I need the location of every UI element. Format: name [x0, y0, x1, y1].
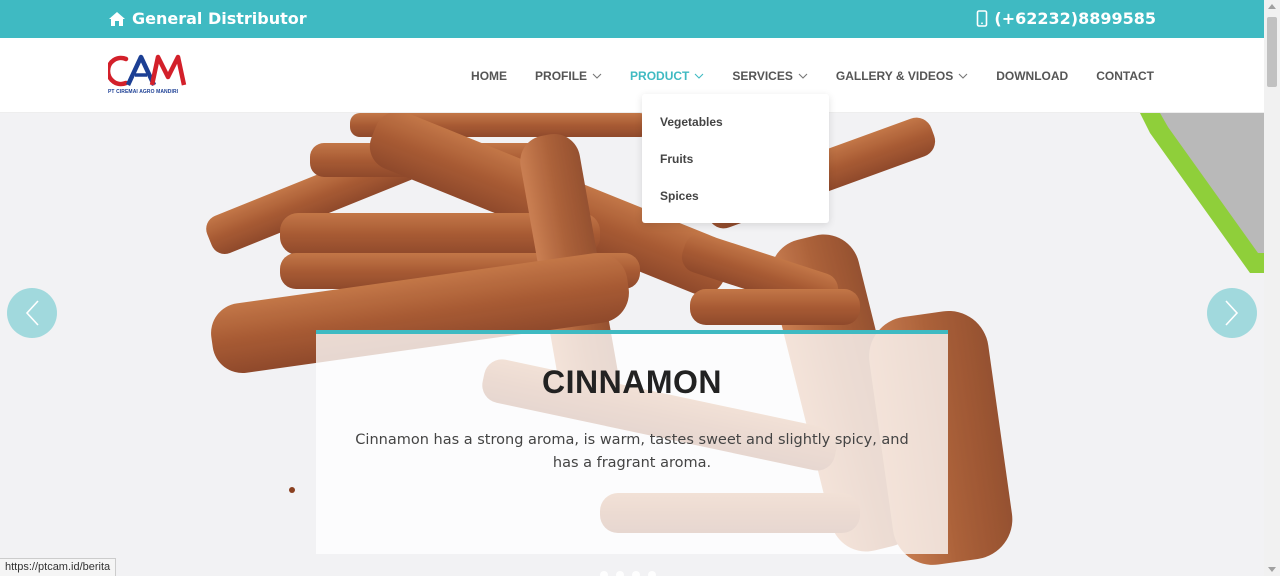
nav-download[interactable]: DOWNLOAD [996, 69, 1068, 83]
scroll-down-arrow-icon[interactable] [1268, 567, 1276, 572]
scroll-up-arrow-icon[interactable] [1268, 4, 1276, 9]
dropdown-item-spices[interactable]: Spices [642, 183, 829, 220]
page-scrollbar[interactable] [1264, 0, 1280, 576]
top-bar: General Distributor (+62232)8899585 [0, 0, 1264, 38]
slide-caption: CINNAMON Cinnamon has a strong aroma, is… [316, 330, 948, 554]
nav-profile-label: PROFILE [535, 68, 588, 83]
tagline: General Distributor [108, 9, 307, 28]
chevron-down-icon [695, 73, 704, 79]
slider-next-button[interactable] [1207, 288, 1257, 338]
chevron-down-icon [958, 73, 968, 79]
nav-gallery-label: GALLERY & VIDEOS [835, 68, 954, 83]
slider-dot[interactable] [632, 571, 640, 576]
nav-gallery-videos[interactable]: GALLERY & VIDEOS [836, 69, 968, 83]
nav-product[interactable]: PRODUCT [630, 69, 704, 83]
phone-number: (+62232)8899585 [994, 9, 1156, 28]
product-dropdown-menu: Vegetables Fruits Spices [642, 94, 829, 223]
dropdown-item-fruits[interactable]: Fruits [642, 146, 829, 183]
scroll-thumb[interactable] [1267, 17, 1277, 87]
nav-download-label: DOWNLOAD [996, 68, 1069, 83]
status-bar-url: https://ptcam.id/berita [0, 558, 117, 576]
company-logo[interactable]: PT CIREMAI AGRO MANDIRI [105, 53, 188, 99]
slider-dot[interactable] [648, 571, 656, 576]
chevron-left-icon [25, 300, 39, 326]
nav-profile[interactable]: PROFILE [535, 69, 602, 83]
slider-dot[interactable] [600, 571, 608, 576]
home-icon [108, 11, 126, 27]
slider-dots [600, 571, 656, 576]
chevron-down-icon [798, 73, 808, 79]
site-header: PT CIREMAI AGRO MANDIRI HOME PROFILE PRO… [0, 38, 1264, 113]
chevron-down-icon [592, 73, 602, 79]
dropdown-item-vegetables[interactable]: Vegetables [642, 109, 829, 146]
hero-slider: CINNAMON Cinnamon has a strong aroma, is… [0, 113, 1264, 576]
slide-title: CINNAMON [542, 364, 722, 400]
nav-home[interactable]: HOME [471, 69, 507, 83]
logo-mark [105, 54, 187, 87]
tagline-text: General Distributor [132, 9, 307, 28]
nav-home-label: HOME [471, 68, 508, 83]
nav-contact-label: CONTACT [1096, 68, 1154, 83]
slide-description: Cinnamon has a strong aroma, is warm, ta… [355, 432, 909, 471]
slider-dot[interactable] [616, 571, 624, 576]
nav-services[interactable]: SERVICES [732, 68, 808, 83]
nav-contact[interactable]: CONTACT [1096, 69, 1154, 83]
logo-subtitle: PT CIREMAI AGRO MANDIRI [108, 89, 179, 95]
nav-services-label: SERVICES [732, 68, 793, 83]
phone-contact[interactable]: (+62232)8899585 [976, 9, 1156, 28]
nav-product-label: PRODUCT [630, 68, 690, 83]
mobile-phone-icon [976, 10, 988, 27]
chevron-right-icon [1225, 300, 1239, 326]
slider-prev-button[interactable] [7, 288, 57, 338]
